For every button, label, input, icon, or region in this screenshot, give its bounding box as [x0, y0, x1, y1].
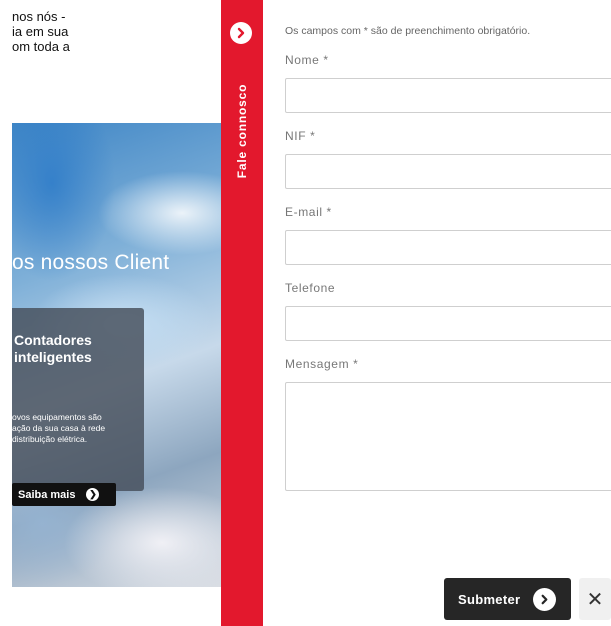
chevron-right-circle-icon: ❯ — [86, 488, 100, 501]
submit-label: Submeter — [458, 591, 521, 607]
saiba-mais-label: Saiba mais — [18, 488, 76, 501]
intro-text: nos nós - ia em sua om toda a — [12, 9, 212, 54]
chevron-right-circle-icon — [533, 587, 557, 611]
promo-card-text-line: distribuição elétrica. — [12, 434, 88, 444]
nif-label: NIF * — [285, 129, 316, 143]
message-field[interactable] — [285, 382, 611, 491]
promo-card-title: Contadores inteligentes — [14, 332, 92, 366]
nif-field[interactable] — [285, 154, 611, 189]
promo-card-title-line: inteligentes — [14, 349, 92, 365]
message-label: Mensagem * — [285, 357, 359, 371]
name-field[interactable] — [285, 78, 611, 113]
intro-line: om toda a — [12, 39, 70, 54]
intro-line: ia em sua — [12, 24, 69, 39]
promo-card-text-line: ovos equipamentos são — [12, 412, 102, 422]
email-label: E-mail * — [285, 205, 332, 219]
phone-label: Telefone — [285, 281, 336, 295]
submit-button[interactable]: Submeter — [444, 578, 571, 620]
hero-title: os nossos Client — [12, 251, 170, 274]
chevron-right-icon — [237, 27, 245, 39]
promo-card-text-line: ação da sua casa à rede — [12, 423, 106, 433]
email-field[interactable] — [285, 230, 611, 265]
chevron-right-circle-icon[interactable] — [230, 22, 252, 44]
chevron-right-icon — [541, 594, 548, 604]
saiba-mais-button[interactable]: Saiba mais ❯ — [12, 483, 116, 506]
promo-card-title-line: Contadores — [14, 332, 92, 348]
intro-line: nos nós - — [12, 9, 66, 24]
hero-banner: os nossos Client Contadores inteligentes… — [12, 123, 221, 587]
contact-form-panel: Os campos com * são de preenchimento obr… — [263, 0, 611, 626]
contact-side-tab[interactable]: Fale connosco — [221, 0, 263, 626]
promo-card: Contadores inteligentes ovos equipamento… — [12, 308, 144, 491]
promo-card-text: ovos equipamentos são ação da sua casa à… — [12, 412, 105, 445]
close-icon: ✕ — [586, 588, 604, 611]
close-button[interactable]: ✕ — [579, 578, 611, 620]
phone-field[interactable] — [285, 306, 611, 341]
required-fields-note: Os campos com * são de preenchimento obr… — [285, 25, 531, 37]
background-page: nos nós - ia em sua om toda a os nossos … — [0, 0, 221, 626]
side-tab-label: Fale connosco — [235, 83, 249, 179]
name-label: Nome * — [285, 53, 329, 67]
